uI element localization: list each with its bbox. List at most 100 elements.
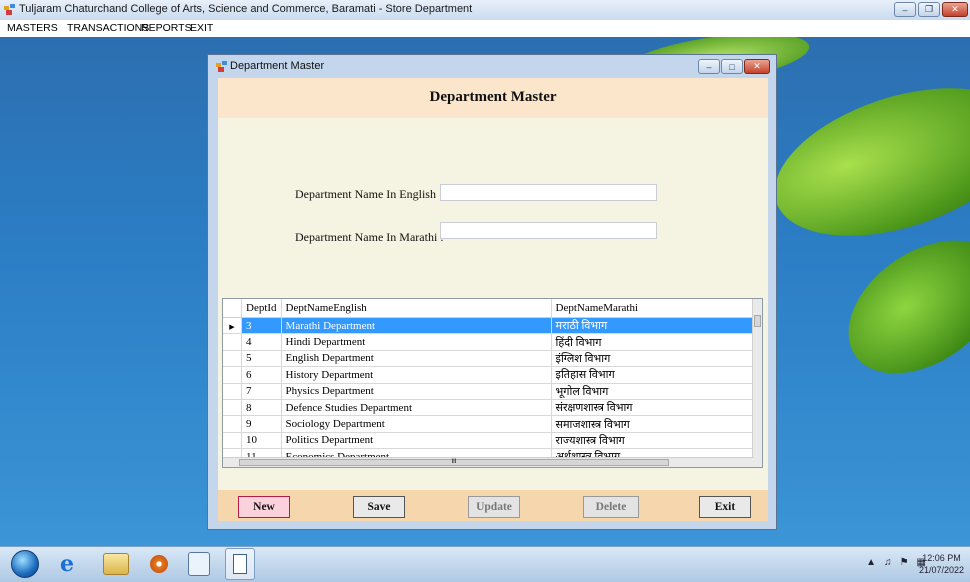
maximize-icon[interactable]: □ — [721, 59, 743, 74]
app-title-bar: Tuljaram Chaturchand College of Arts, Sc… — [0, 0, 970, 21]
restore-icon[interactable]: ❐ — [918, 2, 940, 17]
row-header[interactable] — [223, 350, 242, 368]
wallpaper-leaf — [756, 60, 970, 264]
table-row[interactable]: 9 Sociology Department समाजशास्त्र विभाग — [223, 415, 755, 433]
english-name-label: Department Name In English : — [295, 187, 443, 201]
row-header[interactable] — [223, 383, 242, 400]
table-cell[interactable]: हिंदी विभाग — [551, 333, 755, 351]
english-name-input[interactable] — [440, 184, 657, 201]
internet-explorer-icon[interactable]: e — [52, 550, 82, 578]
table-cell[interactable]: 9 — [241, 415, 282, 433]
update-button[interactable]: Update — [468, 496, 520, 518]
table-cell[interactable]: 8 — [241, 399, 282, 417]
table-cell[interactable]: राज्यशास्त्र विभाग — [551, 432, 755, 450]
table-cell[interactable]: संरक्षणशास्त्र विभाग — [551, 399, 755, 417]
table-cell[interactable]: 7 — [241, 383, 282, 400]
menu-reports[interactable]: REPORTS — [141, 22, 192, 34]
flag-icon[interactable]: ⚑ — [900, 557, 909, 568]
form-header: Department Master — [218, 78, 768, 118]
wallpaper-leaf — [823, 213, 970, 401]
scroll-thumb[interactable]: III — [239, 459, 669, 466]
application-icon[interactable] — [188, 552, 210, 576]
row-header[interactable] — [223, 432, 242, 450]
form-heading: Department Master — [429, 89, 557, 105]
new-button[interactable]: New — [238, 496, 290, 518]
table-cell[interactable]: 5 — [241, 350, 282, 368]
column-header[interactable]: DeptId — [241, 299, 282, 318]
table-cell[interactable]: 4 — [241, 333, 282, 351]
table-cell[interactable]: समाजशास्त्र विभाग — [551, 415, 755, 433]
save-button[interactable]: Save — [353, 496, 405, 518]
marathi-name-label: Department Name In Marathi : — [295, 230, 444, 244]
table-cell[interactable]: Physics Department — [281, 383, 552, 400]
menu-masters[interactable]: MASTERS — [7, 22, 58, 34]
window-icon — [216, 61, 227, 72]
department-table: DeptId DeptNameEnglish DeptNameMarathi ▶… — [223, 299, 755, 466]
form-client-area: Department Master Department Name In Eng… — [218, 78, 768, 521]
table-cell[interactable]: 3 — [241, 317, 282, 335]
volume-icon[interactable]: ♫ — [884, 557, 892, 568]
app-title: Tuljaram Chaturchand College of Arts, Sc… — [19, 3, 473, 15]
table-row[interactable]: 8 Defence Studies Department संरक्षणशास्त्… — [223, 399, 755, 417]
table-row[interactable]: ▶ 3 Marathi Department मराठी विभाग — [223, 317, 755, 335]
table-cell[interactable]: Hindi Department — [281, 333, 552, 351]
table-cell[interactable]: Defence Studies Department — [281, 399, 552, 417]
horizontal-scrollbar[interactable]: III — [223, 457, 754, 467]
column-header[interactable]: DeptNameMarathi — [551, 299, 755, 318]
table-cell[interactable]: Politics Department — [281, 432, 552, 450]
close-icon[interactable]: ✕ — [744, 59, 770, 74]
table-cell[interactable]: इंग्लिश विभाग — [551, 350, 755, 368]
column-header[interactable]: DeptNameEnglish — [281, 299, 552, 318]
table-cell[interactable]: Sociology Department — [281, 415, 552, 433]
grid-body: ▶ 3 Marathi Department मराठी विभाग 4 Hindi De… — [223, 317, 755, 466]
row-header[interactable] — [223, 415, 242, 433]
table-cell[interactable]: इतिहास विभाग — [551, 366, 755, 384]
clock-time: 12:06 PM — [922, 553, 961, 563]
table-cell[interactable]: मराठी विभाग — [551, 317, 755, 335]
minimize-icon[interactable]: – — [698, 59, 720, 74]
button-bar: New Save Update Delete Exit — [218, 490, 768, 521]
table-cell[interactable]: English Department — [281, 350, 552, 368]
row-header[interactable]: ▶ — [223, 317, 242, 335]
department-master-window: Department Master – □ ✕ Department Maste… — [207, 54, 777, 530]
taskbar: e ▲ ♫ ⚑ ▦ 12:06 PM 21/07/2022 — [0, 546, 970, 582]
table-cell[interactable]: Marathi Department — [281, 317, 552, 335]
scroll-thumb[interactable] — [754, 315, 761, 327]
table-cell[interactable]: 6 — [241, 366, 282, 384]
scroll-grip-glyph: III — [451, 459, 457, 465]
row-header[interactable] — [223, 366, 242, 384]
clock-date: 21/07/2022 — [918, 565, 964, 575]
exit-button[interactable]: Exit — [699, 496, 751, 518]
table-row[interactable]: 7 Physics Department भूगोल विभाग — [223, 383, 755, 400]
table-row[interactable]: 4 Hindi Department हिंदी विभाग — [223, 333, 755, 351]
menu-bar: MASTERS TRANSACTIONS REPORTS EXIT — [0, 20, 970, 37]
table-row[interactable]: 10 Politics Department राज्यशास्त्र विभाग — [223, 432, 755, 450]
current-row-arrow-icon: ▶ — [229, 322, 235, 331]
table-row[interactable]: 6 History Department इतिहास विभाग — [223, 366, 755, 384]
folder-icon[interactable] — [103, 553, 129, 575]
minimize-icon[interactable]: – — [894, 2, 916, 17]
window-title-bar[interactable]: Department Master – □ ✕ — [208, 55, 776, 78]
start-button[interactable] — [11, 550, 39, 578]
marathi-name-input[interactable] — [440, 222, 657, 239]
show-hidden-icons-icon[interactable]: ▲ — [866, 557, 876, 568]
table-cell[interactable]: History Department — [281, 366, 552, 384]
table-cell[interactable]: 10 — [241, 432, 282, 450]
menu-exit[interactable]: EXIT — [190, 22, 213, 34]
grid-header-row: DeptId DeptNameEnglish DeptNameMarathi — [223, 299, 755, 318]
row-header[interactable] — [223, 399, 242, 417]
active-application-icon[interactable] — [225, 548, 255, 580]
system-tray: ▲ ♫ ⚑ ▦ — [866, 557, 926, 568]
menu-transactions[interactable]: TRANSACTIONS — [67, 22, 149, 34]
vertical-scrollbar[interactable] — [752, 299, 762, 467]
row-header[interactable] — [223, 333, 242, 351]
row-header-corner — [223, 299, 242, 318]
media-player-icon[interactable] — [150, 555, 168, 573]
department-grid[interactable]: DeptId DeptNameEnglish DeptNameMarathi ▶… — [222, 298, 763, 468]
table-row[interactable]: 5 English Department इंग्लिश विभाग — [223, 350, 755, 368]
delete-button[interactable]: Delete — [583, 496, 639, 518]
clock[interactable]: 12:06 PM 21/07/2022 — [919, 552, 964, 576]
window-title: Department Master — [230, 60, 325, 72]
close-icon[interactable]: ✕ — [942, 2, 968, 17]
table-cell[interactable]: भूगोल विभाग — [551, 383, 755, 400]
